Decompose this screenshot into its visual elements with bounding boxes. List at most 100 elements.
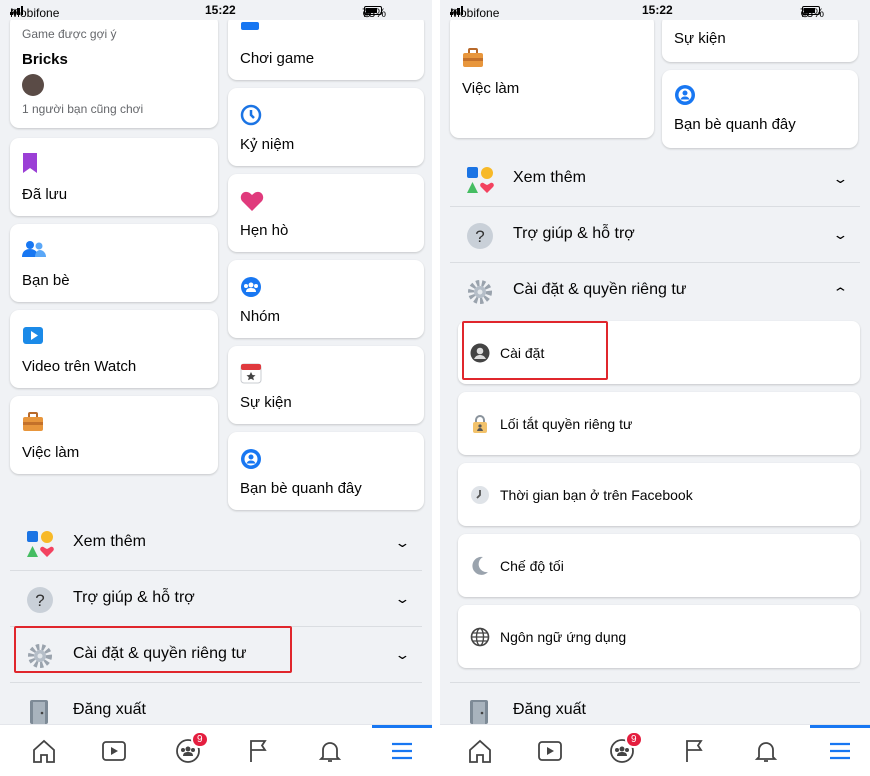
see-more-icon <box>27 531 54 557</box>
tab-menu[interactable] <box>372 725 432 776</box>
door-icon <box>30 700 48 724</box>
tab-notifications[interactable] <box>300 725 360 776</box>
privacy-shortcuts-label: Lối tắt quyền riêng tư <box>500 416 633 432</box>
chevron-down-icon: ⌄ <box>394 535 411 550</box>
highlight-box <box>14 626 292 673</box>
shortcut-label: Việc làm <box>462 80 520 97</box>
flag-icon <box>686 740 703 762</box>
app-language-item[interactable]: Ngôn ngữ ứng dụng <box>458 605 860 668</box>
notification-badge: 9 <box>625 731 643 748</box>
chevron-down-icon: ⌄ <box>832 227 849 242</box>
help-label: Trợ giúp & hỗ trợ <box>513 225 635 242</box>
right-screen: Mobifone ◠ 15:22 ⊕ 78% Việc làm Sự kiện … <box>440 0 870 776</box>
tab-groups[interactable]: 9 <box>158 725 218 776</box>
shortcut-label: Chơi game <box>240 50 315 67</box>
highlight-box <box>462 321 608 380</box>
shortcut-jobs[interactable]: Việc làm <box>450 14 654 138</box>
lock-icon <box>473 415 487 433</box>
shortcut-label: Sự kiện <box>240 394 292 411</box>
tab-groups[interactable]: 9 <box>592 725 652 776</box>
nearby-friends-icon <box>675 85 695 105</box>
settings-privacy-label: Cài đặt & quyền riêng tư <box>513 281 687 298</box>
clock: 15:22 <box>205 3 236 17</box>
globe-icon <box>470 627 490 647</box>
help-label: Trợ giúp & hỗ trợ <box>73 589 195 606</box>
shortcut-events[interactable]: Sự kiện <box>228 346 424 424</box>
game-card[interactable]: Game được gợi ý Bricks 1 người bạn cũng … <box>10 14 218 128</box>
groups-icon <box>241 277 261 297</box>
moon-icon <box>472 556 488 575</box>
dark-mode-item[interactable]: Chế độ tối <box>458 534 860 597</box>
door-icon <box>470 700 488 724</box>
shortcut-nearby-friends[interactable]: Bạn bè quanh đây <box>228 432 424 510</box>
game-subtitle: Game được gợi ý <box>22 27 117 41</box>
privacy-shortcuts-item[interactable]: Lối tắt quyền riêng tư <box>458 392 860 455</box>
menu-icon <box>830 742 850 760</box>
tab-home[interactable] <box>14 725 74 776</box>
see-more-row[interactable]: Xem thêm ⌄ <box>450 151 860 206</box>
left-screen: Mobifone ◠ 15:22 ⊕ 78% Game được gợi ý B… <box>0 0 432 776</box>
time-on-facebook-item[interactable]: Thời gian bạn ở trên Facebook <box>458 463 860 526</box>
dating-icon <box>240 191 264 211</box>
see-more-label: Xem thêm <box>513 169 586 186</box>
battery-icon <box>802 6 820 15</box>
tab-menu[interactable] <box>810 725 870 776</box>
status-bar: Mobifone ◠ 15:22 ⊕ 78% <box>440 0 870 20</box>
time-on-facebook-label: Thời gian bạn ở trên Facebook <box>500 487 693 503</box>
shortcut-label: Nhóm <box>240 308 281 325</box>
tab-pages[interactable] <box>664 725 724 776</box>
shortcut-label: Bạn bè <box>22 272 70 289</box>
home-icon <box>469 739 491 763</box>
shortcut-nearby-friends[interactable]: Bạn bè quanh đây <box>662 70 858 148</box>
shortcut-label: Sự kiện <box>674 30 726 47</box>
shortcut-label: Bạn bè quanh đây <box>674 116 796 133</box>
friends-icon <box>22 241 46 257</box>
help-row[interactable]: ? Trợ giúp & hỗ trợ ⌄ <box>10 571 422 626</box>
chevron-down-icon: ⌄ <box>832 171 849 186</box>
chevron-up-icon: ⌃ <box>832 285 849 300</box>
friend-avatar <box>22 74 44 96</box>
logout-label: Đăng xuất <box>513 701 586 718</box>
tab-watch[interactable] <box>84 725 144 776</box>
bell-icon <box>754 742 778 762</box>
status-bar: Mobifone ◠ 15:22 ⊕ 78% <box>0 0 432 20</box>
shortcut-dating[interactable]: Hẹn hò <box>228 174 424 252</box>
home-icon <box>33 739 55 763</box>
bell-icon <box>318 742 342 762</box>
tab-home[interactable] <box>450 725 510 776</box>
help-icon: ? <box>467 223 493 249</box>
help-row[interactable]: ? Trợ giúp & hỗ trợ ⌄ <box>450 207 860 262</box>
dark-mode-label: Chế độ tối <box>500 558 564 574</box>
shortcut-friends[interactable]: Bạn bè <box>10 224 218 302</box>
shortcut-jobs[interactable]: Việc làm <box>10 396 218 474</box>
events-icon <box>240 363 262 384</box>
flag-icon <box>250 740 267 762</box>
tab-watch[interactable] <box>520 725 580 776</box>
shortcut-groups[interactable]: Nhóm <box>228 260 424 338</box>
shortcut-gaming[interactable]: Chơi game <box>228 14 424 80</box>
shortcut-events[interactable]: Sự kiện <box>662 14 858 62</box>
shortcut-watch[interactable]: Video trên Watch <box>10 310 218 388</box>
help-icon: ? <box>27 587 53 613</box>
tab-notifications[interactable] <box>736 725 796 776</box>
logout-label: Đăng xuất <box>73 701 146 718</box>
shortcut-saved[interactable]: Đã lưu <box>10 138 218 216</box>
wifi-icon: ◠ <box>10 7 20 19</box>
shortcut-memories[interactable]: Kỷ niệm <box>228 88 424 166</box>
shortcut-label: Hẹn hò <box>240 222 289 239</box>
notification-badge: 9 <box>191 731 209 748</box>
shortcut-label: Kỷ niệm <box>240 136 295 153</box>
see-more-label: Xem thêm <box>73 533 146 550</box>
bookmark-icon <box>23 153 37 173</box>
gaming-icon <box>241 22 259 30</box>
nearby-friends-icon <box>241 449 261 469</box>
svg-text:?: ? <box>35 591 44 610</box>
tab-pages[interactable] <box>228 725 288 776</box>
settings-privacy-row[interactable]: Cài đặt & quyền riêng tư ⌃ <box>450 263 860 318</box>
chevron-down-icon: ⌄ <box>394 591 411 606</box>
video-icon <box>538 741 562 761</box>
shortcut-label: Việc làm <box>22 444 80 461</box>
see-more-row[interactable]: Xem thêm ⌄ <box>10 515 422 570</box>
jobs-icon <box>463 48 483 67</box>
watch-icon <box>23 327 43 344</box>
